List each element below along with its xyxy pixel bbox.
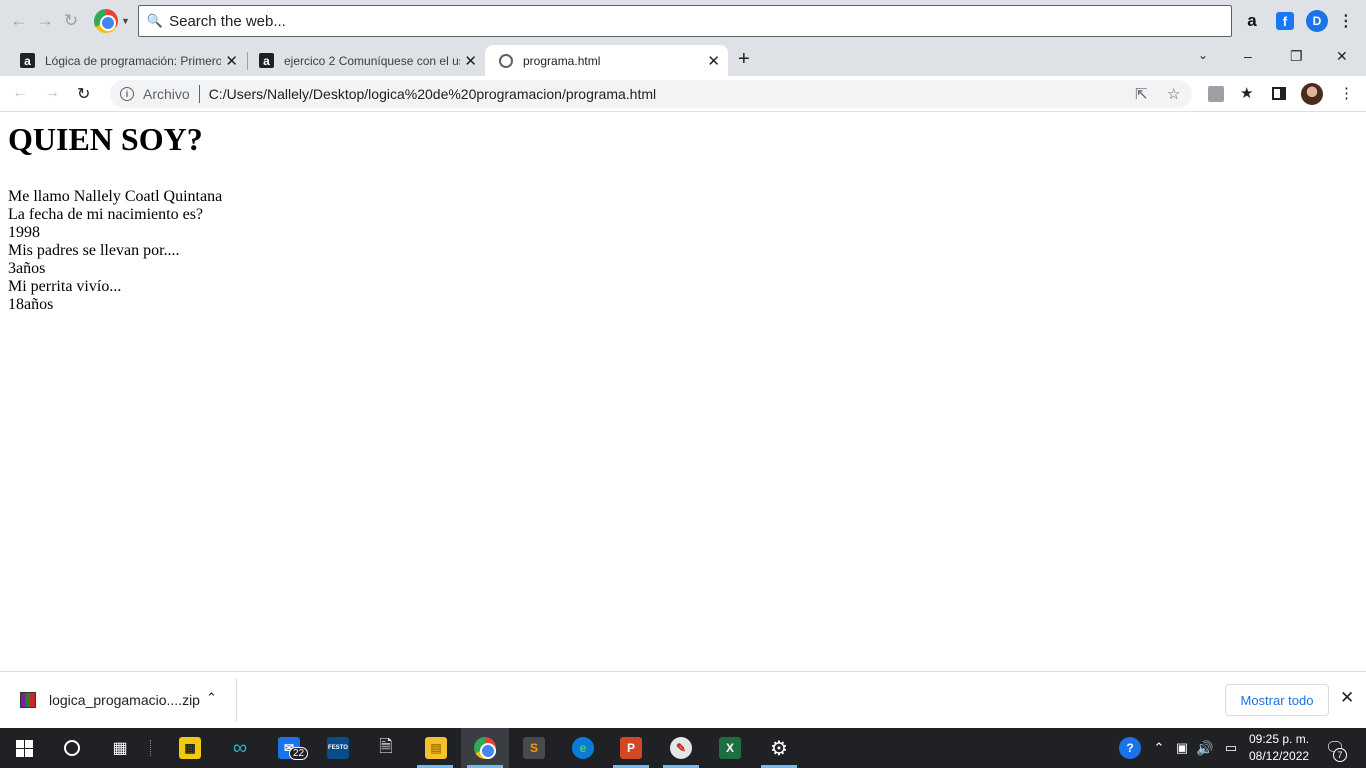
taskbar-divider bbox=[150, 740, 152, 756]
dashlane-extension-icon[interactable]: D bbox=[1305, 10, 1328, 32]
browser-menu-icon[interactable]: ⋮ bbox=[1339, 84, 1354, 102]
omnibox[interactable]: i Archivo C:/Users/Nallely/Desktop/logic… bbox=[110, 80, 1192, 108]
arduino-icon[interactable]: ∞ bbox=[228, 736, 252, 760]
content-lines: Me llamo Nallely Coatl Quintana La fecha… bbox=[8, 188, 1366, 314]
tray-chevron-up-icon[interactable]: ⌃ bbox=[1147, 736, 1171, 760]
tab-title: ejercico 2 Comuníquese con el usuario bbox=[284, 53, 460, 68]
forward-arrow-icon[interactable]: → bbox=[32, 8, 58, 34]
system-clock[interactable]: 09:25 p. m. 08/12/2022 bbox=[1249, 731, 1309, 765]
volume-icon[interactable]: 🔊 bbox=[1193, 736, 1217, 760]
file-explorer-icon[interactable]: ▤ bbox=[424, 736, 448, 760]
content-line: 18años bbox=[8, 296, 54, 313]
minimize-icon[interactable]: – bbox=[1244, 48, 1252, 64]
paint-app-icon[interactable]: ✎ bbox=[669, 736, 693, 760]
download-file-name[interactable]: logica_progamacio....zip bbox=[49, 692, 200, 708]
profile-avatar[interactable] bbox=[1301, 83, 1323, 105]
content-line: Mis padres se llevan por.... bbox=[8, 242, 180, 259]
facebook-extension-icon[interactable]: f bbox=[1275, 12, 1294, 30]
close-icon[interactable]: ✕ bbox=[225, 52, 238, 70]
close-icon[interactable]: ✕ bbox=[1340, 688, 1354, 708]
clock-date: 08/12/2022 bbox=[1249, 749, 1310, 763]
share-icon[interactable]: ⇱ bbox=[1135, 85, 1148, 103]
clock-time: 09:25 p. m. bbox=[1249, 732, 1310, 746]
microsoft-store-icon[interactable]: ▦ bbox=[178, 736, 202, 760]
content-line: 1998 bbox=[8, 224, 40, 241]
tab-title: Lógica de programación: Primeros bbox=[45, 53, 221, 68]
content-line: 3años bbox=[8, 260, 46, 277]
tab-logica-programacion[interactable]: a Lógica de programación: Primeros ✕ bbox=[6, 45, 246, 76]
alura-favicon-icon: a bbox=[259, 53, 274, 68]
address-toolbar: ← → ↻ i Archivo C:/Users/Nallely/Desktop… bbox=[0, 76, 1366, 112]
content-line: Me llamo Nallely Coatl Quintana bbox=[8, 188, 223, 205]
download-divider bbox=[236, 678, 237, 722]
battery-icon[interactable]: ▭ bbox=[1219, 736, 1243, 760]
url-divider bbox=[198, 85, 200, 103]
file-icon[interactable]: 🗎 bbox=[374, 736, 398, 760]
settings-gear-icon[interactable]: ⚙ bbox=[767, 736, 791, 760]
search-box[interactable]: 🔍 bbox=[137, 5, 1232, 37]
edge-icon[interactable]: e bbox=[571, 736, 595, 760]
content-line: Mi perrita vivío... bbox=[8, 278, 122, 295]
reload-icon[interactable]: ↻ bbox=[77, 84, 90, 104]
help-info-icon[interactable]: ? bbox=[1118, 736, 1142, 760]
search-icon: 🔍 bbox=[146, 13, 164, 28]
task-view-icon[interactable]: ▦ bbox=[108, 736, 132, 760]
back-arrow-icon[interactable]: ← bbox=[12, 84, 28, 102]
alura-favicon-icon: a bbox=[20, 53, 35, 68]
bookmark-star-icon[interactable]: ☆ bbox=[1167, 85, 1180, 103]
chevron-down-icon[interactable]: ▼ bbox=[121, 16, 130, 26]
festo-fluidsim-icon[interactable]: FESTO bbox=[326, 736, 350, 760]
forward-arrow-icon[interactable]: → bbox=[44, 84, 60, 102]
tab-strip: a Lógica de programación: Primeros ✕ a e… bbox=[0, 42, 1366, 76]
window-close-icon[interactable]: ✕ bbox=[1336, 48, 1348, 65]
powerpoint-icon[interactable]: P bbox=[619, 736, 643, 760]
windows-taskbar: ▦ ▦ ∞ ✉ 22 FESTO 🗎 ▤ S e P ✎ X ⚙ ? ⌃ ▣ 🔊… bbox=[0, 728, 1366, 768]
back-arrow-icon[interactable]: ← bbox=[6, 8, 32, 34]
extensions-puzzle-icon[interactable]: ★ bbox=[1240, 84, 1253, 102]
meet-now-icon[interactable]: ▣ bbox=[1170, 736, 1194, 760]
search-toolbar: ← → ↻ ▼ 🔍 a f D ⋮ bbox=[0, 0, 1366, 42]
excel-icon[interactable]: X bbox=[718, 736, 742, 760]
new-tab-plus-icon[interactable]: + bbox=[738, 48, 750, 71]
restore-icon[interactable]: ❐ bbox=[1290, 48, 1303, 65]
pdf-extension-icon[interactable] bbox=[1208, 86, 1224, 102]
tab-title: programa.html bbox=[523, 53, 601, 68]
cortana-search-icon[interactable] bbox=[60, 736, 84, 760]
close-icon[interactable]: ✕ bbox=[707, 52, 720, 70]
close-icon[interactable]: ✕ bbox=[464, 52, 477, 70]
winrar-archive-icon[interactable] bbox=[20, 692, 36, 708]
screen: ← → ↻ ▼ 🔍 a f D ⋮ a Lógica de programaci… bbox=[0, 0, 1366, 768]
page-heading: QUIEN SOY? bbox=[8, 121, 203, 157]
notification-badge: 7 bbox=[1333, 748, 1347, 762]
tab-ejercicio-2[interactable]: a ejercico 2 Comuníquese con el usuario … bbox=[245, 45, 485, 76]
search-input[interactable] bbox=[169, 12, 1170, 30]
tab-search-chevron-icon[interactable]: ⌄ bbox=[1198, 48, 1208, 62]
windows-start-icon[interactable] bbox=[12, 736, 36, 760]
security-label: Archivo bbox=[143, 86, 190, 102]
reload-icon[interactable]: ↻ bbox=[58, 8, 84, 34]
page-content: QUIEN SOY? Me llamo Nallely Coatl Quinta… bbox=[0, 113, 1366, 671]
content-line: La fecha de mi nacimiento es? bbox=[8, 206, 204, 223]
url-text[interactable]: C:/Users/Nallely/Desktop/logica%20de%20p… bbox=[209, 86, 656, 102]
toolbar-menu-icon[interactable]: ⋮ bbox=[1334, 9, 1358, 33]
chevron-up-icon[interactable]: ⌃ bbox=[206, 690, 217, 706]
sublime-text-icon[interactable]: S bbox=[522, 736, 546, 760]
amazon-extension-icon[interactable]: a bbox=[1240, 9, 1264, 33]
chrome-taskbar-icon[interactable] bbox=[473, 736, 497, 760]
globe-icon bbox=[499, 53, 513, 68]
show-all-button[interactable]: Mostrar todo bbox=[1225, 684, 1329, 716]
side-panel-icon[interactable] bbox=[1272, 87, 1286, 100]
download-bar: logica_progamacio....zip ⌃ Mostrar todo … bbox=[0, 671, 1366, 728]
tab-programa-html[interactable]: programa.html ✕ bbox=[485, 45, 728, 76]
chrome-logo-icon[interactable] bbox=[94, 9, 118, 33]
mail-badge: 22 bbox=[289, 747, 309, 760]
info-icon[interactable]: i bbox=[120, 87, 134, 101]
